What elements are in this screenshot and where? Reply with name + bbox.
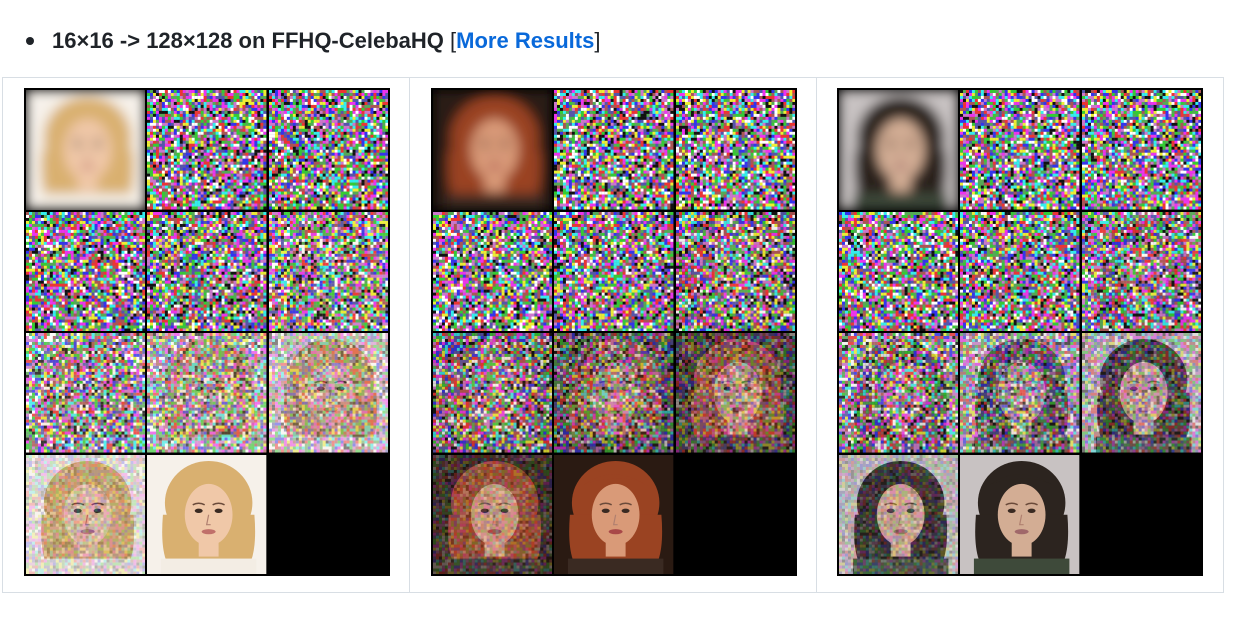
tile-image — [433, 333, 553, 453]
tile-noise — [433, 211, 553, 331]
tile-image — [268, 333, 388, 453]
tile-image — [1081, 211, 1201, 331]
tile-image — [147, 454, 267, 574]
tile-image — [26, 454, 146, 574]
bracket-close: ] — [594, 28, 600, 54]
tile-noisy — [1081, 211, 1201, 331]
diffusion-progress-grid — [24, 88, 390, 576]
result-panel — [817, 78, 1223, 592]
tile-image — [960, 211, 1080, 331]
tile-image — [268, 211, 388, 331]
tile-noise — [147, 90, 267, 210]
tile-image — [147, 333, 267, 453]
tile-lowres — [839, 90, 959, 210]
tile-image — [675, 333, 795, 453]
tile-image — [554, 333, 674, 453]
tile-noise — [147, 211, 267, 331]
tile-image — [960, 90, 1080, 210]
tile-image — [839, 90, 959, 210]
tile-lowres — [26, 90, 146, 210]
tile-noise — [26, 211, 146, 331]
tile-empty — [268, 454, 388, 574]
tile-image — [960, 333, 1080, 453]
result-bullet: 16×16 -> 128×128 on FFHQ-CelebaHQ [ More… — [24, 24, 600, 58]
tile-image — [1081, 90, 1201, 210]
tile-noisy — [839, 333, 959, 453]
tile-noisy — [433, 454, 553, 574]
tile-image — [960, 454, 1080, 574]
tile-image — [433, 90, 553, 210]
tile-image — [839, 333, 959, 453]
tile-noise — [1081, 90, 1201, 210]
results-table — [2, 77, 1224, 593]
tile-lowres — [433, 90, 553, 210]
tile-empty — [1081, 454, 1201, 574]
result-panel — [3, 78, 410, 592]
tile-noisy — [26, 333, 146, 453]
tile-image — [433, 211, 553, 331]
tile-clean — [960, 454, 1080, 574]
tile-empty — [675, 454, 795, 574]
tile-image — [433, 454, 553, 574]
tile-image — [147, 90, 267, 210]
tile-image — [554, 90, 674, 210]
more-results-link[interactable]: More Results — [456, 28, 594, 54]
tile-noise — [268, 90, 388, 210]
tile-image — [268, 90, 388, 210]
tile-image — [839, 454, 959, 574]
tile-noisy — [554, 333, 674, 453]
tile-noise — [839, 211, 959, 331]
result-panel — [410, 78, 817, 592]
diffusion-progress-grid — [837, 88, 1203, 576]
tile-image — [675, 90, 795, 210]
tile-noisy — [268, 333, 388, 453]
tile-noise — [554, 90, 674, 210]
tile-noisy — [26, 454, 146, 574]
tile-noisy — [675, 211, 795, 331]
tile-image — [26, 333, 146, 453]
bullet-dot-icon — [26, 37, 34, 45]
tile-noise — [960, 211, 1080, 331]
tile-noise — [960, 90, 1080, 210]
tile-noisy — [675, 333, 795, 453]
diffusion-progress-grid — [431, 88, 797, 576]
tile-image — [1081, 333, 1201, 453]
tile-clean — [554, 454, 674, 574]
tile-noise — [554, 211, 674, 331]
tile-noisy — [147, 333, 267, 453]
tile-noise — [675, 90, 795, 210]
tile-clean — [147, 454, 267, 574]
tile-noisy — [960, 333, 1080, 453]
tile-image — [554, 454, 674, 574]
tile-image — [554, 211, 674, 331]
tile-image — [839, 211, 959, 331]
tile-image — [26, 90, 146, 210]
tile-noisy — [1081, 333, 1201, 453]
tile-image — [26, 211, 146, 331]
tile-noisy — [433, 333, 553, 453]
bullet-text: 16×16 -> 128×128 on FFHQ-CelebaHQ — [52, 28, 444, 54]
tile-noisy — [839, 454, 959, 574]
tile-image — [675, 211, 795, 331]
tile-noisy — [268, 211, 388, 331]
tile-image — [147, 211, 267, 331]
